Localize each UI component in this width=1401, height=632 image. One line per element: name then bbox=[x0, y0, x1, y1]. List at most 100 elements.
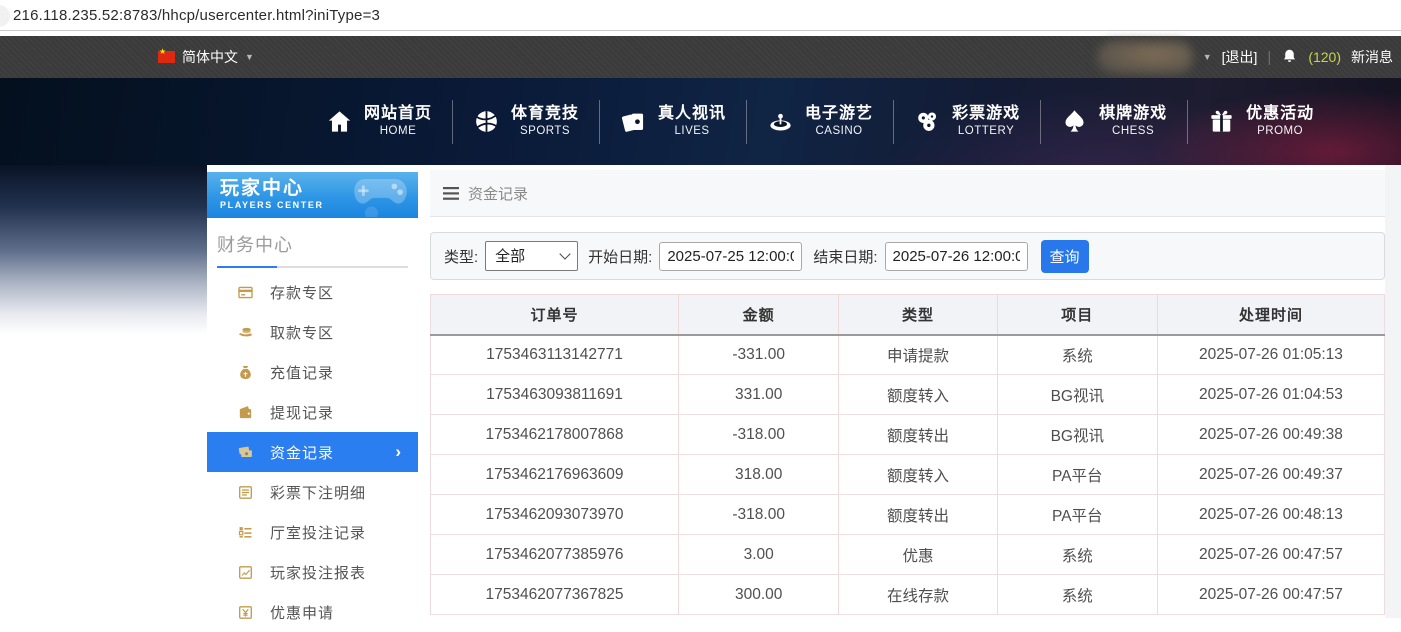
sidebar-item-label: 充值记录 bbox=[270, 362, 334, 383]
cell-time: 2025-07-26 00:47:57 bbox=[1157, 535, 1384, 575]
address-bar[interactable]: 216.118.235.52:8783/hhcp/usercenter.html… bbox=[0, 0, 1401, 31]
china-flag-icon bbox=[158, 51, 175, 63]
table-body: 1753463113142771 -331.00 申请提款 系统 2025-07… bbox=[431, 335, 1385, 615]
sidebar-item[interactable]: 充值记录 › bbox=[207, 352, 418, 392]
gift-icon bbox=[1208, 108, 1235, 135]
sidebar-item[interactable]: 厅室投注记录 › bbox=[207, 512, 418, 552]
cell-time: 2025-07-26 00:49:38 bbox=[1157, 415, 1384, 455]
end-date-input[interactable] bbox=[885, 242, 1028, 271]
sidebar-item-label: 存款专区 bbox=[270, 282, 334, 303]
cell-order-no: 1753462176963609 bbox=[431, 455, 679, 495]
column-header: 金额 bbox=[679, 295, 839, 335]
nav-label-en: HOME bbox=[380, 124, 417, 138]
divider: | bbox=[1267, 49, 1271, 66]
main-banner: 网站首页 HOME 体育竞技 SPORTS 真人视讯 LIVES 电子游艺 CA… bbox=[0, 78, 1401, 165]
cell-type: 额度转出 bbox=[839, 495, 997, 535]
cell-amount: -318.00 bbox=[679, 415, 839, 455]
type-select-wrap: 全部 bbox=[485, 241, 578, 271]
sidebar-item[interactable]: 提现记录 › bbox=[207, 392, 418, 432]
banner-fade-decoration bbox=[0, 165, 207, 335]
cell-project: 系统 bbox=[997, 335, 1157, 375]
breadcrumb: 资金记录 bbox=[430, 170, 1385, 217]
table-row: 1753462178007868 -318.00 额度转出 BG视讯 2025-… bbox=[431, 415, 1385, 455]
sidebar-section-title: 财务中心 bbox=[217, 231, 418, 257]
sidebar-item[interactable]: 优惠申请 › bbox=[207, 592, 418, 632]
nav-label-en: PROMO bbox=[1257, 124, 1303, 138]
filter-bar: 类型: 全部 开始日期: 结束日期: 查询 bbox=[430, 232, 1385, 280]
cell-amount: 318.00 bbox=[679, 455, 839, 495]
content-area: 玩家中心 PLAYERS CENTER 财务中心 存款专区 › 取款专区 › 充… bbox=[0, 165, 1401, 618]
column-header: 项目 bbox=[997, 295, 1157, 335]
message-count[interactable]: (120) bbox=[1308, 49, 1341, 65]
nav-item[interactable]: 电子游艺 CASINO bbox=[746, 100, 893, 144]
sidebar-item[interactable]: 资金记录 › bbox=[207, 432, 418, 472]
cell-amount: 3.00 bbox=[679, 535, 839, 575]
main-panel: 资金记录 类型: 全部 开始日期: 结束日期: 查询 订单号金额类型项目处理时间… bbox=[430, 170, 1385, 615]
main-nav: 网站首页 HOME 体育竞技 SPORTS 真人视讯 LIVES 电子游艺 CA… bbox=[306, 78, 1334, 165]
logout-button[interactable]: [退出] bbox=[1222, 47, 1258, 67]
cell-project: 系统 bbox=[997, 575, 1157, 615]
table-row: 1753462176963609 318.00 额度转入 PA平台 2025-0… bbox=[431, 455, 1385, 495]
cell-time: 2025-07-26 01:05:13 bbox=[1157, 335, 1384, 375]
cell-type: 在线存款 bbox=[839, 575, 997, 615]
table-row: 1753463093811691 331.00 额度转入 BG视讯 2025-0… bbox=[431, 375, 1385, 415]
cell-amount: 331.00 bbox=[679, 375, 839, 415]
nav-label-zh: 彩票游戏 bbox=[952, 104, 1020, 124]
sidebar-item[interactable]: 存款专区 › bbox=[207, 272, 418, 312]
sidebar-item-label: 厅室投注记录 bbox=[270, 522, 366, 543]
right-gutter bbox=[1385, 165, 1401, 618]
cell-type: 额度转入 bbox=[839, 455, 997, 495]
start-date-input[interactable] bbox=[659, 242, 802, 271]
cell-amount: -318.00 bbox=[679, 495, 839, 535]
language-selector[interactable]: 简体中文 ▼ bbox=[158, 36, 254, 78]
nav-item[interactable]: 体育竞技 SPORTS bbox=[452, 100, 599, 144]
cell-type: 额度转出 bbox=[839, 415, 997, 455]
cell-project: PA平台 bbox=[997, 495, 1157, 535]
cell-time: 2025-07-26 00:49:37 bbox=[1157, 455, 1384, 495]
sidebar-item[interactable]: 彩票下注明细 › bbox=[207, 472, 418, 512]
cell-time: 2025-07-26 00:48:13 bbox=[1157, 495, 1384, 535]
spade-icon bbox=[1061, 108, 1088, 135]
type-label: 类型: bbox=[444, 246, 478, 267]
table-row: 1753462077367825 300.00 在线存款 系统 2025-07-… bbox=[431, 575, 1385, 615]
chevron-down-icon[interactable]: ▼ bbox=[1203, 52, 1212, 62]
cell-amount: 300.00 bbox=[679, 575, 839, 615]
cell-project: BG视讯 bbox=[997, 375, 1157, 415]
nav-label-en: SPORTS bbox=[520, 124, 570, 138]
sidebar-item[interactable]: 取款专区 › bbox=[207, 312, 418, 352]
end-date-label: 结束日期: bbox=[813, 246, 877, 267]
funds-table: 订单号金额类型项目处理时间 1753463113142771 -331.00 申… bbox=[430, 294, 1385, 615]
nav-label-en: LOTTERY bbox=[958, 124, 1014, 138]
cell-project: BG视讯 bbox=[997, 415, 1157, 455]
column-header: 订单号 bbox=[431, 295, 679, 335]
section-underline bbox=[217, 266, 408, 268]
moneybag-icon bbox=[237, 364, 254, 381]
username-redacted bbox=[1097, 41, 1193, 74]
table-row: 1753462093073970 -318.00 额度转出 PA平台 2025-… bbox=[431, 495, 1385, 535]
nav-item[interactable]: 网站首页 HOME bbox=[306, 100, 452, 144]
nav-item[interactable]: 真人视讯 LIVES bbox=[599, 100, 746, 144]
nav-item[interactable]: 棋牌游戏 CHESS bbox=[1040, 100, 1187, 144]
nav-label-zh: 棋牌游戏 bbox=[1099, 104, 1167, 124]
cell-type: 额度转入 bbox=[839, 375, 997, 415]
message-link[interactable]: 新消息 bbox=[1351, 47, 1393, 67]
nav-label-en: LIVES bbox=[674, 124, 709, 138]
language-label: 简体中文 bbox=[182, 47, 238, 67]
type-select[interactable]: 全部 bbox=[485, 241, 578, 271]
nav-label-zh: 网站首页 bbox=[364, 104, 432, 124]
nav-item[interactable]: 优惠活动 PROMO bbox=[1187, 100, 1334, 144]
nav-label-zh: 真人视讯 bbox=[658, 104, 726, 124]
report-chart-icon bbox=[237, 564, 254, 581]
bell-icon[interactable] bbox=[1281, 48, 1298, 66]
table-row: 1753462077385976 3.00 优惠 系统 2025-07-26 0… bbox=[431, 535, 1385, 575]
sidebar-item-label: 彩票下注明细 bbox=[270, 482, 366, 503]
menu-lines-icon bbox=[443, 187, 459, 200]
search-button[interactable]: 查询 bbox=[1041, 240, 1089, 273]
deposit-card-icon bbox=[237, 284, 254, 301]
column-header: 处理时间 bbox=[1157, 295, 1384, 335]
basketball-icon bbox=[473, 108, 500, 135]
nav-item[interactable]: 彩票游戏 LOTTERY bbox=[893, 100, 1040, 144]
nav-label-zh: 优惠活动 bbox=[1246, 104, 1314, 124]
sidebar-item[interactable]: 玩家投注报表 › bbox=[207, 552, 418, 592]
cell-order-no: 1753462077367825 bbox=[431, 575, 679, 615]
